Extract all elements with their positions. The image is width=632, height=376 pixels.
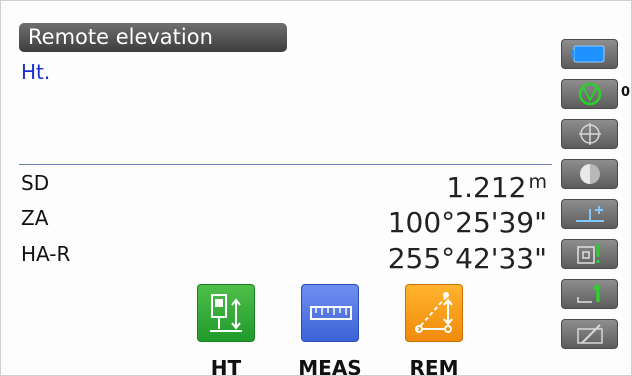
laser-pointer-icon <box>570 241 610 267</box>
level-one-icon <box>570 281 610 307</box>
ha-r-label: HA-R <box>21 242 71 266</box>
target-count: 0 <box>621 85 631 100</box>
face-button[interactable] <box>561 159 618 189</box>
meas-button[interactable] <box>301 284 359 342</box>
crosshair-button[interactable] <box>561 119 618 149</box>
divider <box>19 164 552 165</box>
rem-button[interactable] <box>405 284 463 342</box>
crosshair-icon <box>570 121 610 147</box>
za-label: ZA <box>21 206 49 230</box>
meas-label: MEAS <box>298 356 362 376</box>
level-button[interactable] <box>561 279 618 309</box>
keyboard-pen-icon <box>570 321 610 347</box>
target-button[interactable] <box>561 79 618 109</box>
half-circle-icon <box>570 161 610 187</box>
laser-button[interactable] <box>561 239 618 269</box>
instrument-screen: Remote elevation Ht. SD 1.212 m ZA 100°25… <box>0 0 632 376</box>
tilt-offset-icon <box>570 201 610 227</box>
battery-icon <box>570 43 610 65</box>
input-mode-button[interactable] <box>561 319 618 349</box>
ha-r-value: 255°42'33" <box>387 242 547 275</box>
sd-number: 1.212 <box>446 171 527 204</box>
sd-value: 1.212 m <box>446 171 547 204</box>
ht-label: HT <box>210 356 242 376</box>
tilt-button[interactable] <box>561 199 618 229</box>
za-value: 100°25'39" <box>387 206 547 239</box>
sd-unit: m <box>528 171 547 193</box>
rem-label: REM <box>409 356 459 376</box>
sd-label: SD <box>21 171 50 195</box>
ht-button[interactable] <box>197 284 255 342</box>
target-height-label: Ht. <box>21 60 51 84</box>
battery-button[interactable] <box>561 39 618 69</box>
screen-title: Remote elevation <box>19 23 287 52</box>
prism-target-icon <box>570 81 610 107</box>
